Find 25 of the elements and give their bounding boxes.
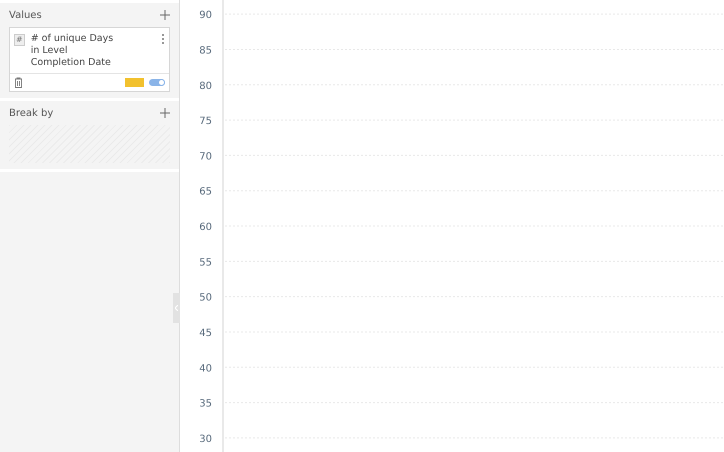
y-tick-label: 45 [199, 328, 212, 339]
y-tick-label: 80 [199, 80, 212, 92]
y-tick-label: 55 [199, 257, 212, 268]
toggle-switch[interactable] [149, 79, 165, 86]
collapse-handle[interactable] [173, 293, 180, 323]
more-icon[interactable] [161, 33, 165, 45]
y-tick-label: 35 [199, 398, 212, 410]
field-name: # of unique Days in Level Completion Date [30, 33, 114, 69]
y-tick-label: 75 [199, 116, 212, 128]
section-title: Values [9, 10, 42, 20]
y-tick-label: 85 [199, 45, 212, 56]
delete-icon[interactable] [14, 77, 23, 88]
color-swatch[interactable] [125, 78, 144, 87]
y-tick-label: 90 [199, 10, 212, 22]
y-tick-label: 40 [199, 363, 212, 374]
y-tick-label: 30 [199, 434, 212, 445]
add-icon[interactable] [160, 108, 170, 118]
y-tick-label: 70 [199, 151, 212, 162]
y-tick-label: 65 [199, 186, 212, 198]
section-title: Break by [9, 108, 54, 118]
number-type-icon: # [14, 34, 25, 46]
add-icon[interactable] [160, 10, 170, 20]
y-tick-label: 60 [199, 222, 212, 233]
y-tick-label: 50 [199, 292, 212, 304]
field-card[interactable]: # # of unique Days in Level Completion Date [9, 27, 170, 92]
